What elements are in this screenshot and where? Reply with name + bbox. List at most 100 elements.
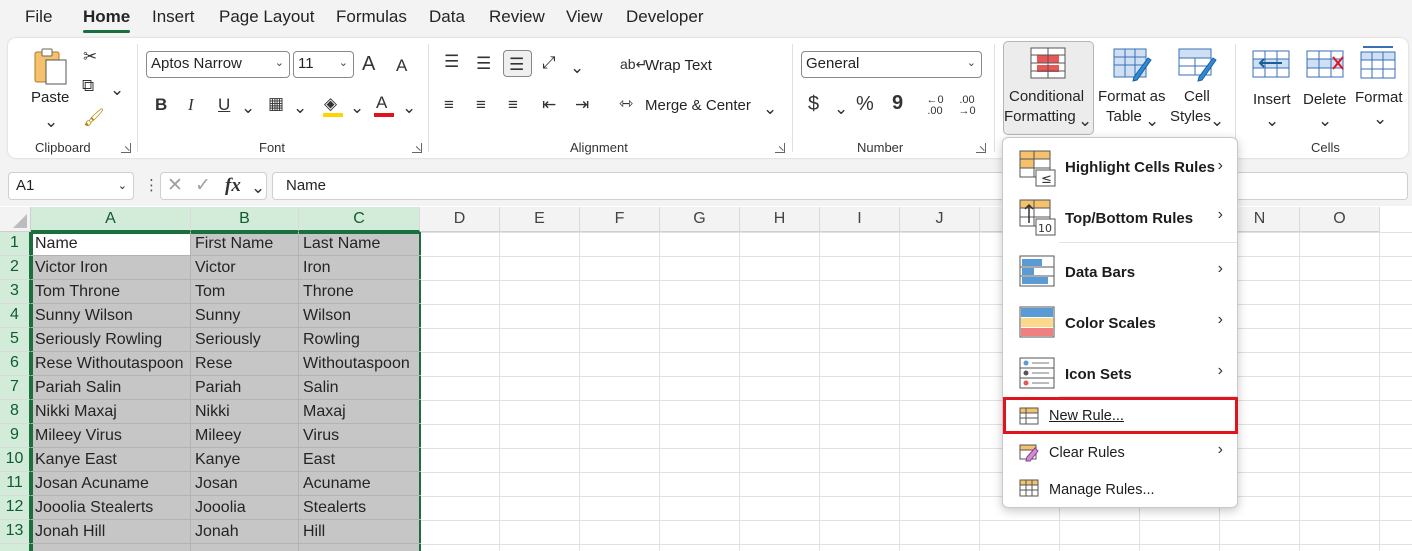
name-box[interactable]: A1 ⌄ — [8, 172, 134, 200]
chevron-down-icon[interactable]: ⌄ — [570, 58, 584, 78]
cell-a4[interactable]: Sunny Wilson — [32, 304, 190, 328]
enter-check-icon[interactable]: ✓ — [195, 176, 211, 196]
cell-b6[interactable]: Rese — [192, 352, 298, 376]
column-header-j[interactable]: J — [900, 207, 980, 232]
align-middle-icon[interactable]: ☰ — [476, 54, 491, 74]
comma-style-icon[interactable]: 9 — [892, 93, 903, 113]
menu-item-color-scales[interactable]: Color Scales › — [1003, 301, 1237, 347]
chevron-down-icon[interactable]: ⌄ — [763, 99, 777, 119]
cancel-icon[interactable]: ✕ — [167, 176, 183, 196]
cell-b11[interactable]: Josan — [192, 472, 298, 496]
cell-c8[interactable]: Maxaj — [300, 400, 419, 424]
cell-b7[interactable]: Pariah — [192, 376, 298, 400]
row-header-partial[interactable] — [0, 544, 31, 551]
format-cells-icon[interactable] — [1360, 44, 1398, 80]
tab-formulas[interactable]: Formulas — [336, 7, 407, 27]
column-header-f[interactable]: F — [580, 207, 660, 232]
cell-c10[interactable]: East — [300, 448, 419, 472]
row-header-6[interactable]: 6 — [0, 352, 31, 376]
tab-file[interactable]: File — [25, 7, 52, 27]
delete-cells-icon[interactable] — [1306, 48, 1344, 80]
currency-icon[interactable]: $ — [808, 94, 819, 114]
grow-font-icon[interactable]: A — [362, 54, 375, 74]
cell-c6[interactable]: Withoutaspoon — [300, 352, 419, 376]
cell-b12[interactable]: Jooolia — [192, 496, 298, 520]
chevron-down-icon[interactable]: ⌄ — [118, 179, 127, 192]
chevron-down-icon[interactable]: ⌄ — [1265, 111, 1279, 131]
tab-insert[interactable]: Insert — [152, 7, 195, 27]
delete-cells-button[interactable]: Delete — [1303, 91, 1346, 108]
underline-icon[interactable]: U — [218, 95, 230, 115]
format-painter-icon[interactable]: 🖌 — [83, 108, 105, 128]
merge-center-icon[interactable]: ⇿ — [619, 94, 633, 114]
cell-a8[interactable]: Nikki Maxaj — [32, 400, 190, 424]
merge-center-button[interactable]: Merge & Center — [645, 97, 751, 114]
cell-a10[interactable]: Kanye East — [32, 448, 190, 472]
chevron-down-icon[interactable]: ⌄ — [110, 80, 124, 100]
tab-view[interactable]: View — [566, 7, 603, 27]
chevron-down-icon[interactable]: ⌄ — [1318, 111, 1332, 131]
row-header-7[interactable]: 7 — [0, 376, 31, 400]
conditional-formatting-label[interactable]: Conditional — [1009, 88, 1084, 105]
menu-item-icon-sets[interactable]: Icon Sets › — [1003, 352, 1237, 398]
wrap-text-icon[interactable]: ab↵ — [620, 54, 647, 74]
orientation-icon[interactable]: ⤢ — [542, 53, 556, 73]
cell-a1[interactable]: Name — [32, 232, 190, 256]
insert-cells-icon[interactable] — [1252, 48, 1290, 80]
cell-c11[interactable]: Acuname — [300, 472, 419, 496]
row-header-9[interactable]: 9 — [0, 424, 31, 448]
number-format-dropdown[interactable]: General ⌄ — [801, 51, 982, 78]
copy-icon[interactable]: ⧉ — [82, 76, 94, 96]
cell-c2[interactable]: Iron — [300, 256, 419, 280]
insert-function-icon[interactable]: fx — [225, 176, 241, 196]
menu-item-data-bars[interactable]: Data Bars › — [1003, 250, 1237, 296]
chevron-down-icon[interactable]: ⌄ — [1145, 111, 1159, 131]
insert-cells-button[interactable]: Insert — [1253, 91, 1291, 108]
row-header-3[interactable]: 3 — [0, 280, 31, 304]
paste-icon[interactable] — [32, 46, 70, 86]
cell-c5[interactable]: Rowling — [300, 328, 419, 352]
more-options-icon[interactable]: ⋮ — [144, 176, 159, 194]
tab-review[interactable]: Review — [489, 7, 545, 27]
fill-color-icon[interactable]: ◈ — [324, 94, 337, 114]
cell-a11[interactable]: Josan Acuname — [32, 472, 190, 496]
cell-c7[interactable]: Salin — [300, 376, 419, 400]
select-all-corner[interactable] — [0, 207, 31, 232]
font-name-dropdown[interactable]: Aptos Narrow ⌄ — [146, 51, 290, 78]
column-header-b[interactable]: B — [191, 207, 299, 232]
chevron-down-icon[interactable]: ⌄ — [293, 98, 307, 118]
wrap-text-button[interactable]: Wrap Text — [645, 57, 712, 74]
cell-a2[interactable]: Victor Iron — [32, 256, 190, 280]
dialog-launcher-icon[interactable] — [976, 143, 986, 153]
align-center-icon[interactable]: ≡ — [476, 95, 486, 115]
decrease-decimal-icon[interactable]: .00 →0 — [954, 95, 980, 117]
cell-styles-label[interactable]: Cell — [1184, 88, 1210, 105]
cell-c3[interactable]: Throne — [300, 280, 419, 304]
cell-a7[interactable]: Pariah Salin — [32, 376, 190, 400]
cell-a13[interactable]: Jonah Hill — [32, 520, 190, 544]
row-header-13[interactable]: 13 — [0, 520, 31, 544]
row-header-5[interactable]: 5 — [0, 328, 31, 352]
tab-page-layout[interactable]: Page Layout — [219, 7, 314, 27]
shrink-font-icon[interactable]: A — [396, 56, 407, 76]
cell-b4[interactable]: Sunny — [192, 304, 298, 328]
column-header-e[interactable]: E — [500, 207, 580, 232]
column-header-d[interactable]: D — [420, 207, 500, 232]
format-as-table-icon[interactable] — [1113, 48, 1153, 84]
increase-indent-icon[interactable]: ⇥ — [575, 95, 589, 115]
dialog-launcher-icon[interactable] — [121, 143, 131, 153]
cell-b5[interactable]: Seriously — [192, 328, 298, 352]
borders-icon[interactable]: ▦ — [268, 94, 284, 114]
cell-a12[interactable]: Jooolia Stealerts — [32, 496, 190, 520]
cell-b13[interactable]: Jonah — [192, 520, 298, 544]
row-header-2[interactable]: 2 — [0, 256, 31, 280]
cell-styles-icon[interactable] — [1178, 48, 1218, 84]
cell-c12[interactable]: Stealerts — [300, 496, 419, 520]
dialog-launcher-icon[interactable] — [412, 143, 422, 153]
chevron-down-icon[interactable]: ⌄ — [241, 98, 255, 118]
cell-a3[interactable]: Tom Throne — [32, 280, 190, 304]
italic-icon[interactable]: I — [188, 95, 194, 115]
align-right-icon[interactable]: ≡ — [508, 95, 518, 115]
menu-item-clear-rules[interactable]: Clear Rules › — [1003, 437, 1237, 469]
bold-icon[interactable]: B — [155, 95, 167, 115]
